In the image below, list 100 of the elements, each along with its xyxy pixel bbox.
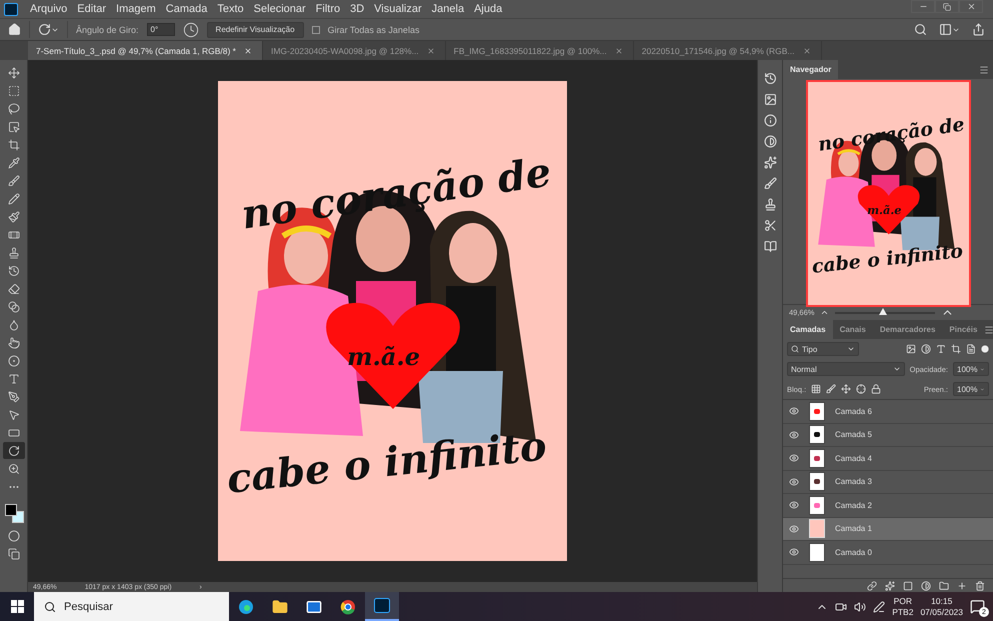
layer-thumbnail — [809, 472, 825, 492]
workspace-icon[interactable] — [939, 23, 960, 36]
layer-row[interactable]: Camada 0 — [783, 541, 993, 564]
layer-thumbnail — [809, 519, 825, 538]
menu-item[interactable]: Imagem — [111, 3, 161, 15]
reset-view-button[interactable]: Redefinir Visualização — [206, 22, 304, 38]
eye-icon[interactable] — [789, 476, 799, 487]
checkbox[interactable] — [312, 26, 320, 34]
angle-field[interactable]: 0° — [146, 23, 175, 36]
volume-icon[interactable] — [854, 600, 866, 612]
text-filter-icon[interactable] — [936, 344, 946, 354]
clock[interactable]: 10:15 07/05/2023 — [920, 596, 963, 617]
eye-icon[interactable] — [789, 500, 799, 510]
lock-position-icon[interactable] — [841, 384, 852, 394]
eye-icon[interactable] — [789, 453, 799, 464]
link-icon[interactable] — [867, 580, 877, 590]
close-icon[interactable] — [426, 46, 435, 54]
rotate-icon[interactable] — [2, 442, 24, 459]
menu-item[interactable]: Janela — [426, 3, 470, 15]
layer-name: Camada 4 — [835, 454, 872, 463]
trash-icon[interactable] — [975, 580, 985, 590]
layer-name: Camada 2 — [835, 500, 872, 510]
caret-icon — [980, 386, 985, 392]
camera-icon[interactable] — [835, 600, 848, 612]
filter-toggle-icon[interactable] — [981, 345, 989, 353]
artwork-caption-text: cabe o infinito — [810, 242, 964, 277]
image-filter-icon[interactable] — [906, 344, 916, 354]
search-icon — [44, 600, 56, 612]
menu-item[interactable]: 3D — [345, 3, 370, 15]
new-layer-icon[interactable] — [957, 580, 967, 590]
rotate-tool-icon[interactable] — [38, 23, 59, 36]
filter-select[interactable]: Tipo — [787, 342, 859, 356]
layer-thumbnail — [809, 542, 825, 562]
close-icon[interactable] — [244, 46, 252, 54]
eye-icon[interactable] — [789, 430, 799, 440]
fill-field[interactable]: 100% — [953, 382, 989, 396]
adjustment-icon[interactable] — [921, 580, 931, 590]
scissors-icon[interactable] — [764, 219, 776, 232]
document-tab[interactable]: FB_IMG_1683395011822.jpg @ 100%... — [446, 41, 634, 60]
document-tab[interactable]: 7-Sem-Título_3_.psd @ 49,7% (Camada 1, RGB/8) * — [28, 41, 263, 60]
eye-icon[interactable] — [789, 406, 799, 416]
lock-paint-icon[interactable] — [826, 384, 836, 394]
brush-icon[interactable] — [764, 177, 776, 190]
smart-object-filter-icon[interactable] — [966, 344, 976, 354]
lock-pixels-icon[interactable] — [811, 384, 822, 394]
checkbox-label: Girar Todas as Janelas — [328, 24, 420, 34]
menu-item[interactable]: Filtro — [310, 3, 346, 15]
contrast-icon[interactable] — [764, 135, 776, 148]
close-button[interactable] — [959, 0, 983, 13]
close-icon — [966, 2, 976, 11]
keyboard-language[interactable]: POR PTB2 — [892, 596, 914, 617]
layer-thumbnail — [809, 448, 825, 468]
layer-row[interactable]: Camada 6 — [783, 400, 993, 424]
history-icon[interactable] — [764, 72, 776, 85]
opacity-field[interactable]: 100% — [953, 362, 989, 376]
layer-name: Camada 5 — [835, 430, 872, 440]
heart-text: m.ã.e — [867, 204, 902, 216]
layer-row[interactable]: Camada 1 — [783, 518, 993, 541]
shape-filter-icon[interactable] — [951, 344, 961, 354]
layer-name: Camada 1 — [835, 524, 872, 534]
folder-icon[interactable] — [939, 580, 949, 590]
menu-item[interactable]: Selecionar — [248, 3, 311, 15]
taskbar-search-field[interactable]: Pesquisar — [34, 592, 229, 621]
menu-item[interactable]: Camada — [160, 3, 212, 15]
navigator-tab[interactable]: Navegador — [783, 60, 838, 79]
stamp-icon[interactable] — [764, 198, 776, 211]
search-icon[interactable] — [914, 23, 927, 36]
share-icon[interactable] — [972, 23, 985, 36]
layer-name: Camada 3 — [835, 477, 872, 486]
restore-button[interactable] — [935, 0, 959, 13]
menu-item[interactable]: Visualizar — [369, 3, 427, 15]
image-icon[interactable] — [764, 93, 776, 106]
layer-row[interactable]: Camada 4 — [783, 447, 993, 470]
menu-item[interactable]: Ajuda — [469, 3, 508, 15]
menu-item[interactable]: Editar — [72, 3, 112, 15]
mask-icon[interactable] — [903, 580, 913, 590]
layer-row[interactable]: Camada 2 — [783, 494, 993, 518]
eye-icon[interactable] — [789, 524, 799, 534]
adjustment-filter-icon[interactable] — [921, 344, 931, 354]
effects-icon[interactable] — [885, 580, 895, 590]
layer-thumbnail — [809, 496, 825, 515]
layer-row[interactable]: Camada 3 — [783, 470, 993, 494]
heart-text: m.ã.e — [347, 345, 420, 369]
pen-icon[interactable] — [873, 600, 886, 612]
layer-thumbnail — [809, 425, 825, 444]
menu-item[interactable]: Texto — [212, 3, 249, 15]
layer-row[interactable]: Camada 5 — [783, 424, 993, 447]
lock-icon[interactable] — [871, 384, 882, 394]
blend-mode-select[interactable]: Normal — [787, 362, 905, 376]
info-icon[interactable] — [764, 114, 776, 127]
artwork-caption-text: cabe o infinito — [224, 426, 548, 500]
close-icon[interactable] — [614, 46, 623, 54]
sparkles-icon[interactable] — [764, 156, 776, 169]
layer-name: Camada 6 — [835, 406, 872, 416]
eye-icon[interactable] — [789, 547, 799, 558]
panel-tab[interactable]: Camadas — [783, 320, 833, 339]
menu-item[interactable]: Arquivo — [25, 3, 72, 15]
home-icon[interactable] — [8, 23, 21, 36]
close-icon[interactable] — [802, 46, 811, 54]
book-icon[interactable] — [764, 240, 776, 253]
